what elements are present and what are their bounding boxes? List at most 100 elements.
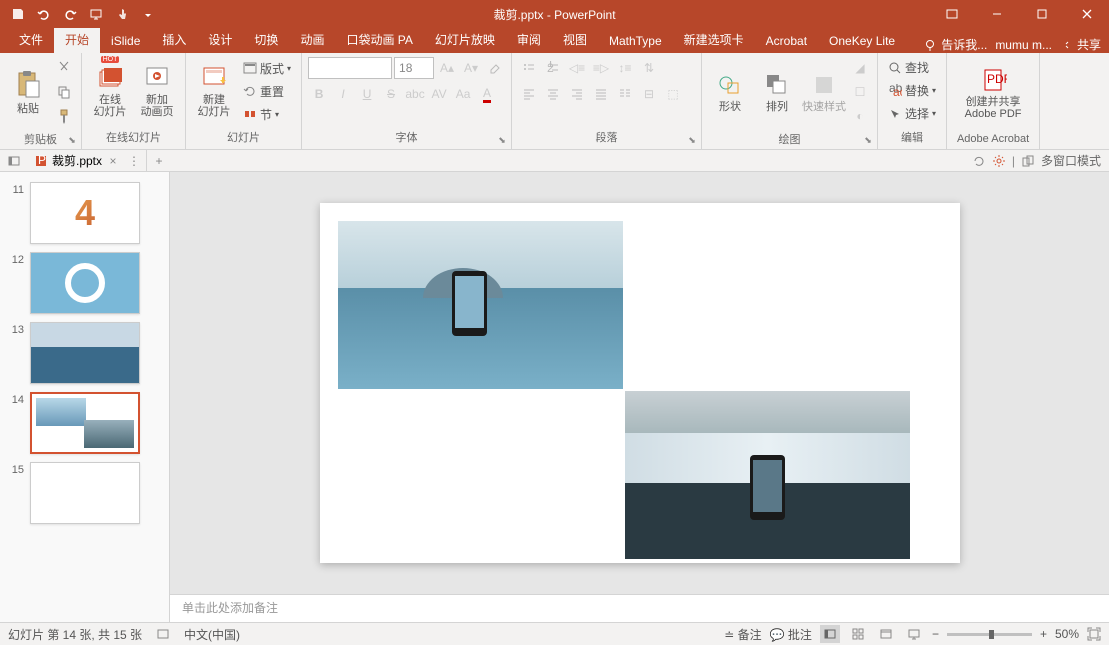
tab-transitions[interactable]: 切换 [243, 26, 289, 53]
document-tab[interactable]: P 裁剪.pptx × ⋮ [28, 150, 147, 172]
tab-acrobat[interactable]: Acrobat [755, 29, 818, 53]
gear-icon[interactable] [992, 154, 1006, 168]
italic-button[interactable]: I [332, 83, 354, 105]
tab-file[interactable]: 文件 [8, 26, 54, 53]
align-left-button[interactable] [518, 83, 540, 105]
slide-counter[interactable]: 幻灯片 第 14 张, 共 15 张 [8, 626, 142, 643]
increase-font-button[interactable]: A▴ [436, 57, 458, 79]
shape-outline-button[interactable]: ☐ [849, 81, 871, 103]
line-spacing-button[interactable]: ↕≡ [614, 57, 636, 79]
normal-view-button[interactable] [820, 625, 840, 643]
clear-format-button[interactable] [484, 57, 506, 79]
tab-insert[interactable]: 插入 [151, 26, 197, 53]
comments-toggle[interactable]: 💬 批注 [770, 626, 812, 643]
thumbnail-15[interactable]: 15 [0, 458, 169, 528]
thumbnail-11[interactable]: 11 4 [0, 178, 169, 248]
justify-button[interactable] [590, 83, 612, 105]
zoom-in-button[interactable]: + [1040, 627, 1047, 641]
document-tab-close[interactable]: × [106, 154, 120, 168]
sorter-view-button[interactable] [848, 625, 868, 643]
thumbnail-12[interactable]: 12 [0, 248, 169, 318]
tab-home[interactable]: 开始 [54, 26, 100, 53]
image-sea-phone[interactable] [338, 221, 623, 389]
smartart-button[interactable]: ⬚ [662, 83, 684, 105]
shadow-button[interactable]: abc [404, 83, 426, 105]
zoom-slider[interactable] [947, 633, 1032, 636]
notes-toggle[interactable]: ≐ 备注 [724, 626, 761, 643]
section-button[interactable]: 节▾ [239, 104, 295, 125]
font-size-combo[interactable]: 18 [394, 57, 434, 79]
shape-fill-button[interactable]: ◢ [849, 57, 871, 79]
tab-design[interactable]: 设计 [197, 26, 243, 53]
slide-viewport[interactable] [170, 172, 1109, 594]
strikethrough-button[interactable]: S [380, 83, 402, 105]
maximize-button[interactable] [1019, 0, 1064, 28]
font-color-button[interactable]: A [476, 83, 498, 105]
thumbnail-panel[interactable]: 11 4 12 13 14 15 [0, 172, 170, 622]
language-indicator[interactable]: 中文(中国) [184, 626, 240, 643]
align-text-button[interactable]: ⊟ [638, 83, 660, 105]
zoom-out-button[interactable]: − [932, 627, 939, 641]
find-button[interactable]: 查找 [884, 57, 933, 78]
arrange-button[interactable]: 排列 [755, 59, 799, 125]
numbering-button[interactable]: 12 [542, 57, 564, 79]
notes-pane[interactable]: 单击此处添加备注 [170, 594, 1109, 622]
redo-button[interactable] [58, 3, 82, 25]
share-button[interactable]: 共享 [1060, 36, 1101, 53]
increase-indent-button[interactable]: ≡▷ [590, 57, 612, 79]
add-document-button[interactable]: + [147, 154, 171, 168]
undo-button[interactable] [32, 3, 56, 25]
thumbnail-14[interactable]: 14 [0, 388, 169, 458]
zoom-level[interactable]: 50% [1055, 627, 1079, 641]
image-bus-phone[interactable] [625, 391, 910, 559]
change-case-button[interactable]: Aa [452, 83, 474, 105]
replace-button[interactable]: abac替换▾ [884, 80, 940, 101]
new-slide-button[interactable]: 新建幻灯片 [192, 58, 236, 124]
qat-customize-button[interactable] [136, 3, 160, 25]
cut-button[interactable] [53, 57, 75, 79]
paragraph-dialog-launcher[interactable]: ⬊ [685, 133, 699, 147]
decrease-indent-button[interactable]: ◁≡ [566, 57, 588, 79]
slideshow-from-start-button[interactable] [84, 3, 108, 25]
paste-button[interactable]: 粘贴 [6, 59, 50, 125]
shape-effects-button[interactable]: ◐ [849, 105, 871, 127]
tab-islide[interactable]: iSlide [100, 29, 151, 53]
char-spacing-button[interactable]: AV [428, 83, 450, 105]
align-center-button[interactable] [542, 83, 564, 105]
drawing-dialog-launcher[interactable]: ⬊ [861, 133, 875, 147]
tab-mathtype[interactable]: MathType [598, 29, 673, 53]
tell-me-input[interactable]: 告诉我... [923, 36, 987, 53]
font-dialog-launcher[interactable]: ⬊ [495, 133, 509, 147]
minimize-button[interactable] [974, 0, 1019, 28]
format-painter-button[interactable] [53, 105, 75, 127]
fit-to-window-button[interactable] [1087, 627, 1101, 641]
shapes-button[interactable]: 形状 [708, 59, 752, 125]
tab-review[interactable]: 审阅 [506, 26, 552, 53]
online-slides-button[interactable]: HOT 在线幻灯片 [88, 58, 132, 124]
font-name-combo[interactable] [308, 57, 392, 79]
tab-slideshow[interactable]: 幻灯片放映 [424, 26, 506, 53]
close-button[interactable] [1064, 0, 1109, 28]
multi-window-label[interactable]: 多窗口模式 [1041, 152, 1101, 169]
tab-animations[interactable]: 动画 [289, 26, 335, 53]
tab-new[interactable]: 新建选项卡 [673, 26, 755, 53]
bold-button[interactable]: B [308, 83, 330, 105]
touch-mode-button[interactable] [110, 3, 134, 25]
reading-view-button[interactable] [876, 625, 896, 643]
document-tab-menu[interactable]: ⋮ [124, 154, 140, 168]
columns-button[interactable] [614, 83, 636, 105]
tab-onekey[interactable]: OneKey Lite [818, 29, 906, 53]
reset-button[interactable]: 重置 [239, 81, 295, 102]
refresh-icon[interactable] [972, 154, 986, 168]
spell-check-icon[interactable] [156, 627, 170, 641]
ribbon-display-button[interactable] [929, 0, 974, 28]
tab-pocket-anim[interactable]: 口袋动画 PA [335, 26, 423, 53]
underline-button[interactable]: U [356, 83, 378, 105]
clipboard-dialog-launcher[interactable]: ⬊ [65, 133, 79, 147]
thumbnail-13[interactable]: 13 [0, 318, 169, 388]
decrease-font-button[interactable]: A▾ [460, 57, 482, 79]
copy-button[interactable] [53, 81, 75, 103]
user-name[interactable]: mumu m... [995, 38, 1052, 52]
align-right-button[interactable] [566, 83, 588, 105]
new-anim-page-button[interactable]: 新加动画页 [135, 58, 179, 124]
